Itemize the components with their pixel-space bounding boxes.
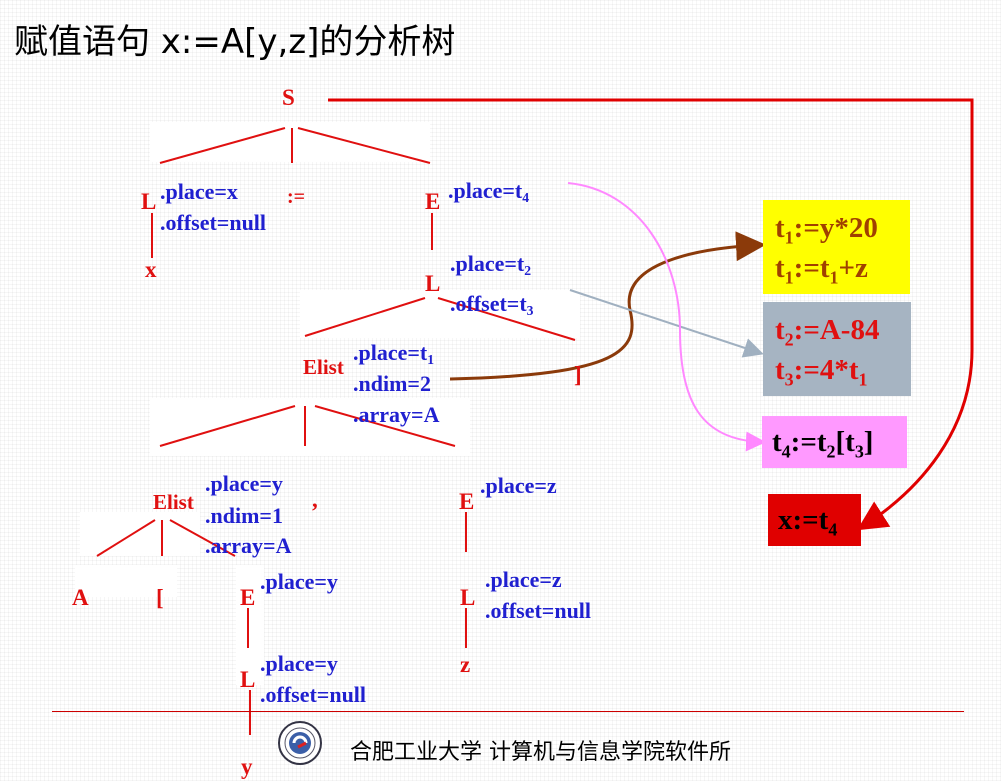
university-logo [277, 720, 323, 766]
attr-elist-outer-array: .array=A [353, 402, 440, 427]
attr-L-root-offset: .offset=null [160, 210, 267, 235]
node-E-y: E [240, 585, 256, 610]
attr-L-root-place: .place=x [160, 179, 238, 204]
code-line-t3: t3:=4*t1 [775, 354, 868, 390]
attr-elist-outer-place: .place=t1 [353, 340, 435, 368]
node-elist-inner: Elist [153, 490, 194, 514]
code-line-t2: t2:=A-84 [775, 314, 880, 350]
node-y: y [241, 754, 253, 779]
code-line-t1-a: t1:=y*20 [775, 212, 878, 248]
code-line-x: x:=t4 [778, 504, 838, 540]
node-L-y: L [240, 667, 256, 692]
footer-divider [52, 711, 964, 712]
code-line-t1-b: t1:=t1+z [775, 252, 868, 288]
code-line-t4: t4:=t2[t3] [772, 426, 874, 462]
node-assign: := [287, 186, 306, 208]
code-box-x: x:=t4 [768, 494, 861, 546]
attr-elist-inner-array: .array=A [205, 533, 292, 558]
node-rbracket: ] [574, 362, 582, 387]
node-z: z [460, 652, 471, 677]
node-elist-outer: Elist [303, 355, 344, 379]
attr-L-y-place: .place=y [260, 651, 338, 676]
attr-L-z-place: .place=z [485, 567, 562, 592]
code-box-t2-t3: t2:=A-84 t3:=4*t1 [763, 302, 911, 396]
attr-L-y-offset: .offset=null [260, 682, 367, 707]
node-lbracket: [ [156, 585, 164, 610]
attr-E-root-place: .place=t4 [448, 178, 530, 206]
code-box-t4: t4:=t2[t3] [762, 416, 907, 468]
node-E-root: E [425, 189, 441, 214]
attr-elist-outer-ndim: .ndim=2 [353, 371, 431, 396]
attr-elist-inner-ndim: .ndim=1 [205, 503, 283, 528]
node-E-z: E [459, 489, 475, 514]
footer-text: 合肥工业大学 计算机与信息学院软件所 [350, 740, 731, 765]
attr-E-z-place: .place=z [480, 473, 557, 498]
node-L-z: L [460, 585, 476, 610]
attr-L-z-offset: .offset=null [485, 598, 592, 623]
attr-L-array-place: .place=t2 [450, 251, 532, 279]
attr-E-y-place: .place=y [260, 569, 338, 594]
attr-L-array-offset: .offset=t3 [450, 291, 534, 319]
node-comma: , [312, 487, 318, 512]
node-A: A [72, 585, 89, 610]
node-S: S [282, 85, 295, 110]
code-box-t1: t1:=y*20 t1:=t1+z [763, 200, 910, 294]
node-L-root: L [141, 189, 157, 214]
attr-elist-inner-place: .place=y [205, 471, 283, 496]
node-L-array: L [425, 271, 441, 296]
node-x: x [145, 257, 157, 282]
